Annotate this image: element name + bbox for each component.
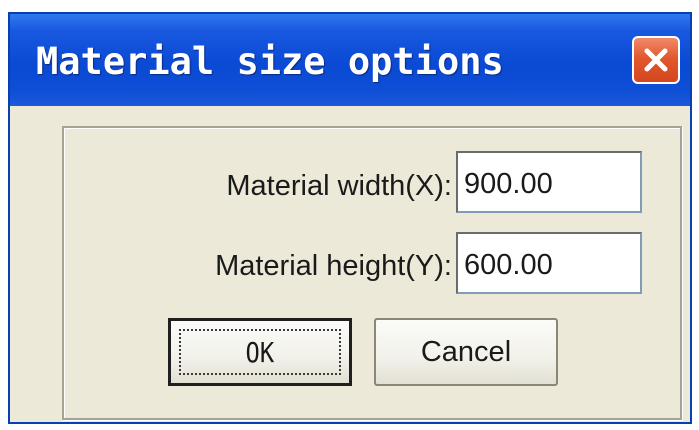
material-height-input[interactable] bbox=[456, 232, 642, 294]
dialog-title: Material size options bbox=[36, 40, 504, 83]
cancel-button[interactable]: Cancel bbox=[374, 318, 558, 386]
close-icon bbox=[644, 48, 668, 72]
close-button[interactable] bbox=[632, 36, 680, 84]
ok-button-label: OK bbox=[245, 335, 275, 369]
title-bar[interactable]: Material size options bbox=[10, 14, 690, 106]
material-width-input[interactable] bbox=[456, 151, 642, 213]
cancel-button-label: Cancel bbox=[420, 335, 512, 368]
material-size-dialog: Material size options Material width(X):… bbox=[8, 12, 692, 424]
material-width-label: Material width(X): bbox=[226, 170, 452, 202]
ok-button[interactable]: OK bbox=[168, 318, 352, 386]
material-height-label: Material height(Y): bbox=[215, 250, 452, 282]
